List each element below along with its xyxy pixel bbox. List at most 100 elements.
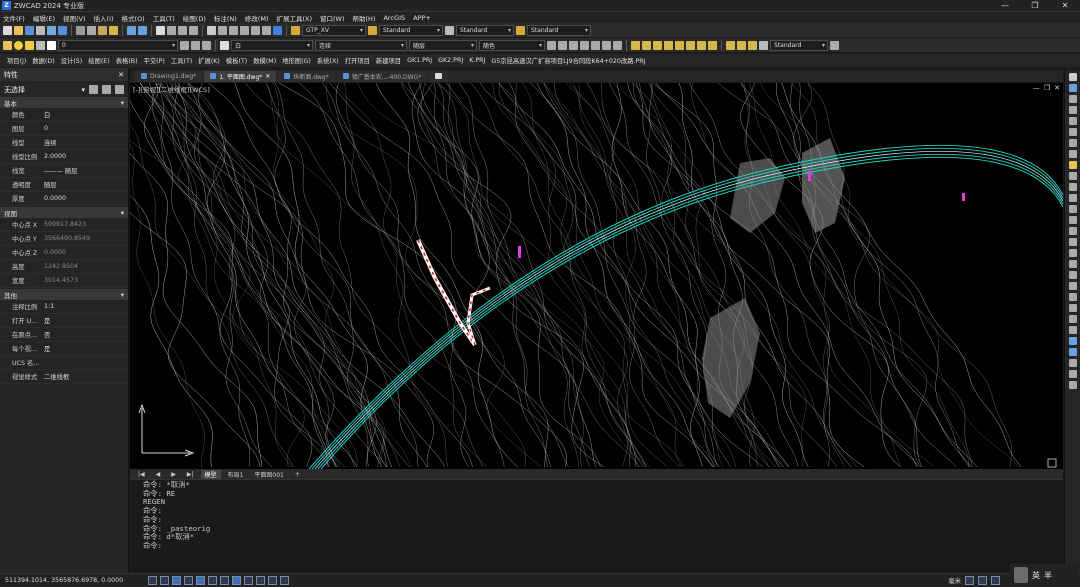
property-row[interactable]: 线型比例 2.0000 bbox=[0, 150, 128, 164]
ellipse-icon[interactable] bbox=[1068, 326, 1077, 334]
dim-continue-icon[interactable] bbox=[653, 40, 662, 50]
sheet-set-icon[interactable] bbox=[240, 25, 249, 35]
new-tab-button[interactable] bbox=[429, 70, 449, 82]
cut-icon[interactable] bbox=[76, 25, 85, 35]
polygon-icon[interactable] bbox=[1068, 271, 1077, 279]
dim-style-icon[interactable] bbox=[368, 25, 377, 35]
property-row[interactable]: 每个视... 是 bbox=[0, 342, 128, 356]
property-value[interactable]: 509917.8423 bbox=[40, 221, 128, 228]
menu-modify[interactable]: 修改(M) bbox=[245, 13, 269, 23]
menu-format[interactable]: 格式(O) bbox=[122, 13, 145, 23]
preview-icon[interactable] bbox=[47, 25, 56, 35]
ime-mode[interactable]: 半 bbox=[1044, 570, 1052, 581]
dim-break-icon[interactable] bbox=[675, 40, 684, 50]
copy-icon[interactable] bbox=[87, 25, 96, 35]
menu-view[interactable]: 视图(V) bbox=[63, 13, 86, 23]
menu-extension-tools[interactable]: 扩展工具(X) bbox=[276, 13, 312, 23]
trim-icon[interactable] bbox=[1068, 172, 1077, 180]
dim-baseline-icon[interactable] bbox=[642, 40, 651, 50]
property-value[interactable]: 是 bbox=[40, 344, 128, 353]
design-center-icon[interactable] bbox=[218, 25, 227, 35]
plugin-intersection[interactable]: 平交(P) bbox=[144, 56, 165, 65]
dim-space-icon[interactable] bbox=[664, 40, 673, 50]
dim-arc-icon[interactable] bbox=[569, 40, 578, 50]
match-properties-icon[interactable] bbox=[109, 25, 118, 35]
dim-radius-icon[interactable] bbox=[591, 40, 600, 50]
dim-style-manager-icon[interactable] bbox=[759, 40, 768, 50]
save-icon[interactable] bbox=[25, 25, 34, 35]
plugin-drawing[interactable]: 绘图(E) bbox=[88, 56, 110, 65]
circle-icon[interactable] bbox=[1068, 304, 1077, 312]
menu-edit[interactable]: 编辑(E) bbox=[33, 13, 55, 23]
project-gk1[interactable]: GK1.PRJ bbox=[407, 57, 432, 64]
property-row[interactable]: 线宽 ——— 随层 bbox=[0, 164, 128, 178]
break-icon[interactable] bbox=[1068, 194, 1077, 202]
property-value[interactable]: 3566490.8549 bbox=[40, 235, 128, 242]
hatch-icon[interactable] bbox=[1068, 359, 1077, 367]
multileader-style-icon[interactable] bbox=[516, 25, 525, 35]
property-value[interactable]: 0.0000 bbox=[40, 249, 128, 256]
maximize-button[interactable]: ❐ bbox=[1020, 1, 1050, 10]
region-icon[interactable] bbox=[1068, 370, 1077, 378]
menu-arcgis[interactable]: ArcGIS bbox=[383, 14, 405, 22]
snap-toggle-icon[interactable] bbox=[160, 576, 169, 585]
property-row[interactable]: 透明度 随层 bbox=[0, 178, 128, 192]
project-gk2[interactable]: GK2.PRJ bbox=[438, 57, 463, 64]
next-layout-icon[interactable]: ▶ bbox=[167, 471, 180, 478]
explode-icon[interactable] bbox=[1068, 238, 1077, 246]
ime-lang[interactable]: 英 bbox=[1032, 570, 1040, 581]
color-select[interactable]: 白 bbox=[231, 39, 313, 51]
add-layout-button[interactable]: + bbox=[291, 471, 304, 478]
selection-cycling-toggle-icon[interactable] bbox=[268, 576, 277, 585]
help-icon[interactable] bbox=[273, 25, 282, 35]
ortho-toggle-icon[interactable] bbox=[172, 576, 181, 585]
dim-override-icon[interactable] bbox=[830, 40, 839, 50]
zoom-window-icon[interactable] bbox=[178, 25, 187, 35]
erase-icon[interactable] bbox=[1068, 73, 1077, 81]
property-row[interactable]: 中心点 X 509917.8423 bbox=[0, 218, 128, 232]
property-value[interactable]: 是 bbox=[40, 316, 128, 325]
command-window[interactable]: 命令: *取消* 命令: RE REGEN 命令: 命令: 命令: _paste… bbox=[130, 479, 1063, 573]
undo-icon[interactable] bbox=[127, 25, 136, 35]
block-icon[interactable] bbox=[1068, 337, 1077, 345]
tab-drawing1[interactable]: Drawing1.dwg* bbox=[135, 70, 203, 82]
first-layout-icon[interactable]: |◀ bbox=[134, 471, 149, 478]
plugin-table[interactable]: 表格(B) bbox=[116, 56, 138, 65]
annotation-monitor-icon[interactable] bbox=[280, 576, 289, 585]
layer-on-icon[interactable] bbox=[14, 40, 23, 50]
quick-properties-toggle-icon[interactable] bbox=[256, 576, 265, 585]
property-row[interactable]: 注释比例 1:1 bbox=[0, 300, 128, 314]
otrack-toggle-icon[interactable] bbox=[208, 576, 217, 585]
selection-dropdown-icon[interactable]: ▾ bbox=[81, 86, 85, 94]
property-row[interactable]: 打开 U... 是 bbox=[0, 314, 128, 328]
ime-indicator[interactable]: 英 半 bbox=[1010, 564, 1078, 586]
publish-icon[interactable] bbox=[58, 25, 67, 35]
section-misc[interactable]: 其他 ▾ bbox=[0, 289, 128, 300]
menu-app-plus[interactable]: APP+ bbox=[413, 14, 431, 22]
open-project-link[interactable]: 打开项目 bbox=[345, 56, 370, 65]
plugin-design[interactable]: 设计(S) bbox=[61, 56, 83, 65]
table-style-select[interactable]: Standard bbox=[456, 24, 514, 36]
select-objects-icon[interactable] bbox=[102, 85, 111, 94]
redo-icon[interactable] bbox=[138, 25, 147, 35]
inspection-icon[interactable] bbox=[708, 40, 717, 50]
fillet-icon[interactable] bbox=[1068, 227, 1077, 235]
dim-style-select[interactable]: Standard bbox=[379, 24, 443, 36]
extend-icon[interactable] bbox=[1068, 183, 1077, 191]
property-row[interactable]: 线型 连续 bbox=[0, 136, 128, 150]
property-value[interactable]: ——— 随层 bbox=[40, 166, 128, 175]
tool-palette-icon[interactable] bbox=[229, 25, 238, 35]
layer-previous-icon[interactable] bbox=[191, 40, 200, 50]
property-value[interactable]: 0 bbox=[40, 125, 128, 132]
menu-window[interactable]: 窗口(W) bbox=[320, 13, 345, 23]
print-icon[interactable] bbox=[36, 25, 45, 35]
tab-profile[interactable]: 纵断面.dwg* bbox=[278, 70, 335, 82]
selection-select[interactable]: 无选择 bbox=[4, 85, 25, 95]
property-row[interactable]: 颜色 白 bbox=[0, 108, 128, 122]
properties-icon[interactable] bbox=[207, 25, 216, 35]
menu-tools[interactable]: 工具(T) bbox=[153, 13, 175, 23]
menu-draw[interactable]: 绘图(D) bbox=[183, 13, 206, 23]
plugin-template[interactable]: 模板(T) bbox=[226, 56, 247, 65]
calculator-icon[interactable] bbox=[262, 25, 271, 35]
pan-icon[interactable] bbox=[156, 25, 165, 35]
